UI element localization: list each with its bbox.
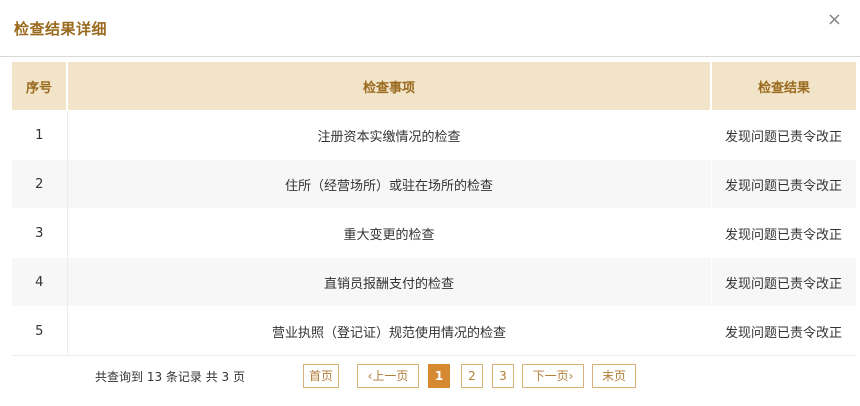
prev-page-button[interactable]: ‹上一页 [357, 364, 419, 388]
row-no: 2 [12, 159, 68, 209]
row-item: 重大变更的检查 [67, 208, 712, 258]
row-no: 5 [12, 306, 68, 356]
pagination: 共查询到 13 条记录 共 3 页 首页 ‹上一页 1 2 3 下一页› 末页 [95, 364, 795, 388]
next-page-button[interactable]: 下一页› [522, 364, 584, 388]
page-button-2[interactable]: 2 [461, 364, 483, 388]
result-table: 序号 检查事项 检查结果 1 注册资本实缴情况的检查 发现问题已责令改正 2 住… [12, 62, 857, 356]
close-icon[interactable]: × [827, 10, 842, 30]
row-item: 直销员报酬支付的检查 [67, 257, 712, 307]
row-item: 住所（经营场所）或驻在场所的检查 [67, 159, 712, 209]
row-item: 注册资本实缴情况的检查 [67, 110, 712, 160]
table-row: 5 营业执照（登记证）规范使用情况的检查 发现问题已责令改正 [12, 306, 857, 356]
table-header-row: 序号 检查事项 检查结果 [12, 62, 856, 111]
page-button-1[interactable]: 1 [428, 364, 450, 388]
header-no: 序号 [12, 62, 68, 111]
row-result: 发现问题已责令改正 [711, 110, 857, 160]
pagination-summary: 共查询到 13 条记录 共 3 页 [95, 370, 245, 384]
page-button-3[interactable]: 3 [492, 364, 514, 388]
dialog-header: 检查结果详细 × [0, 0, 860, 57]
table-row: 1 注册资本实缴情况的检查 发现问题已责令改正 [12, 110, 857, 160]
row-no: 4 [12, 257, 68, 307]
row-result: 发现问题已责令改正 [711, 306, 857, 356]
table-row: 2 住所（经营场所）或驻在场所的检查 发现问题已责令改正 [12, 159, 857, 209]
table-row: 4 直销员报酬支付的检查 发现问题已责令改正 [12, 257, 857, 307]
header-item: 检查事项 [67, 62, 712, 111]
row-item: 营业执照（登记证）规范使用情况的检查 [67, 306, 712, 356]
table-row: 3 重大变更的检查 发现问题已责令改正 [12, 208, 857, 258]
result-table-wrap: 序号 检查事项 检查结果 1 注册资本实缴情况的检查 发现问题已责令改正 2 住… [12, 62, 857, 356]
header-result: 检查结果 [711, 62, 856, 111]
dialog-title: 检查结果详细 [14, 20, 108, 38]
row-result: 发现问题已责令改正 [711, 208, 857, 258]
row-no: 1 [12, 110, 68, 160]
first-page-button[interactable]: 首页 [303, 364, 339, 388]
check-result-dialog: 检查结果详细 × 序号 检查事项 检查结果 1 注册资本实缴情况的检查 发现问题… [0, 0, 860, 406]
row-no: 3 [12, 208, 68, 258]
row-result: 发现问题已责令改正 [711, 159, 857, 209]
last-page-button[interactable]: 末页 [592, 364, 636, 388]
row-result: 发现问题已责令改正 [711, 257, 857, 307]
